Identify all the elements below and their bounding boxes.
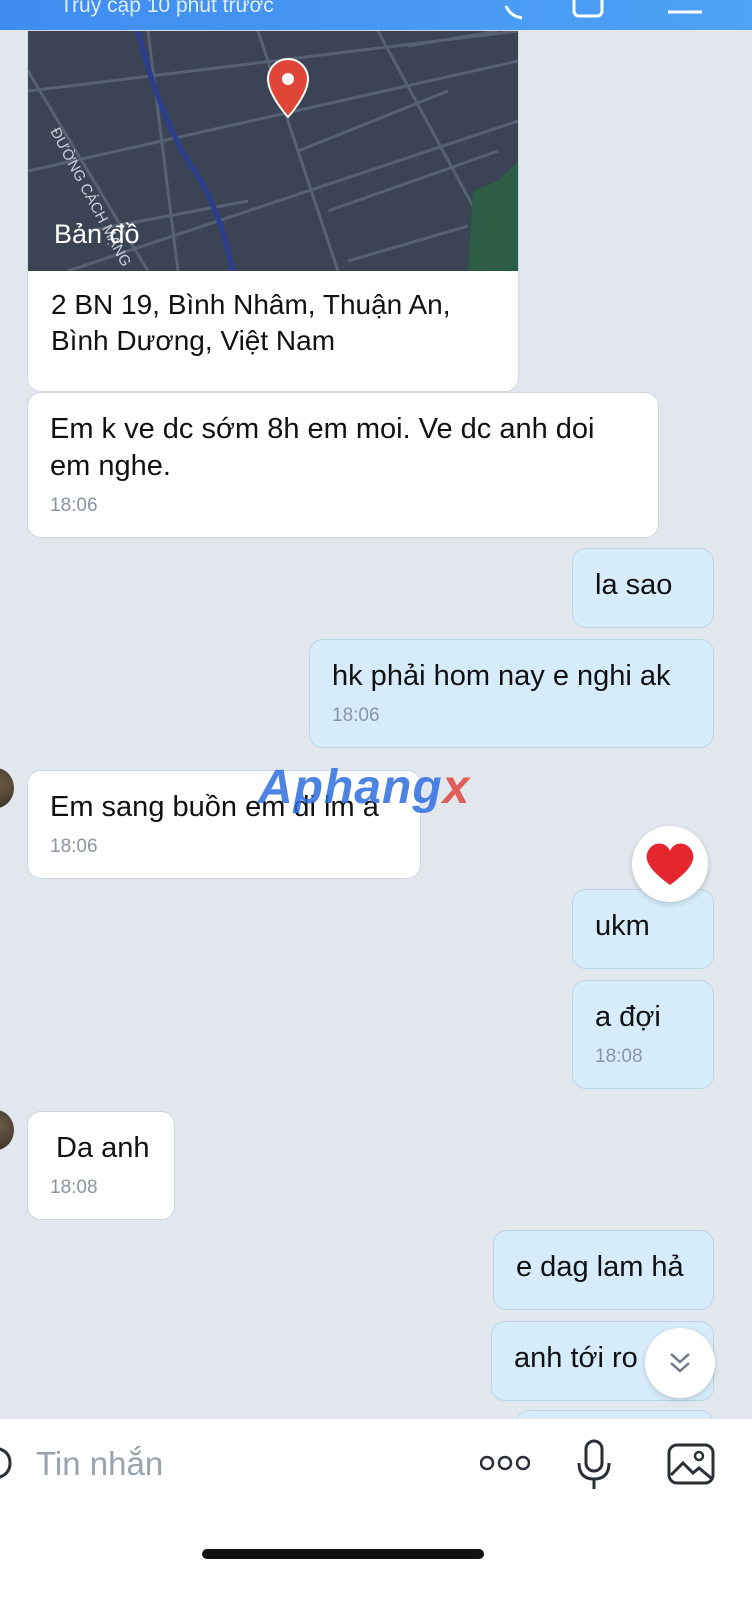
- message-time: 18:08: [595, 1046, 643, 1067]
- message-input[interactable]: Tin nhắn: [36, 1445, 163, 1483]
- sticker-icon[interactable]: [0, 1441, 16, 1485]
- menu-icon[interactable]: [662, 0, 706, 26]
- map-address: 2 BN 19, Bình Nhâm, Thuận An, Bình Dương…: [51, 289, 451, 356]
- message-bubble[interactable]: ukm: [572, 889, 714, 969]
- chat-header: Truy cập 10 phút trước: [0, 0, 752, 30]
- map-preview[interactable]: ĐƯỜNG CÁCH MẠNG Bản đồ: [28, 31, 518, 273]
- home-indicator[interactable]: [202, 1549, 484, 1559]
- message-time: 18:06: [332, 705, 380, 726]
- more-dots-icon[interactable]: [480, 1453, 530, 1473]
- call-icon[interactable]: [500, 0, 530, 26]
- message-text: e dag lam hả: [516, 1251, 684, 1283]
- reaction-badge[interactable]: [632, 826, 708, 902]
- microphone-icon[interactable]: [576, 1439, 612, 1491]
- heart-icon: [646, 843, 694, 885]
- video-call-icon[interactable]: [570, 0, 610, 26]
- message-text: Da anh: [56, 1132, 150, 1164]
- message-text: hk phải hom nay e nghi ak: [332, 660, 671, 692]
- image-icon[interactable]: [667, 1443, 715, 1485]
- message-bubble[interactable]: Em k ve dc sớm 8h em moi. Ve dc anh doi …: [27, 392, 659, 538]
- message-text: a đợi: [595, 1001, 661, 1033]
- location-card[interactable]: ĐƯỜNG CÁCH MẠNG Bản đồ 2 BN 19, Bình Nhâ…: [27, 30, 519, 392]
- message-bubble[interactable]: la sao: [572, 548, 714, 628]
- double-chevron-down-icon: [670, 1353, 690, 1373]
- message-time: 18:06: [50, 495, 98, 516]
- avatar[interactable]: [0, 1110, 14, 1150]
- message-text: ukm: [595, 910, 650, 942]
- last-seen-status: Truy cập 10 phút trước: [60, 0, 274, 17]
- message-bubble[interactable]: e dag lam hả: [493, 1230, 714, 1310]
- avatar[interactable]: [0, 768, 14, 808]
- message-composer: Tin nhắn: [0, 1418, 752, 1601]
- message-bubble[interactable]: hk phải hom nay e nghi ak 18:06: [309, 639, 714, 748]
- message-text: Em k ve dc sớm 8h em moi. Ve dc anh doi …: [50, 413, 595, 482]
- message-time: 18:06: [50, 836, 98, 857]
- message-bubble[interactable]: Da anh 18:08: [27, 1111, 175, 1220]
- message-time: 18:08: [50, 1177, 98, 1198]
- message-bubble[interactable]: a đợi 18:08: [572, 980, 714, 1089]
- watermark: Aphangx: [258, 761, 471, 814]
- message-text: la sao: [595, 569, 673, 601]
- scroll-to-bottom-button[interactable]: [645, 1328, 715, 1398]
- map-provider-label: Bản đồ: [54, 219, 140, 249]
